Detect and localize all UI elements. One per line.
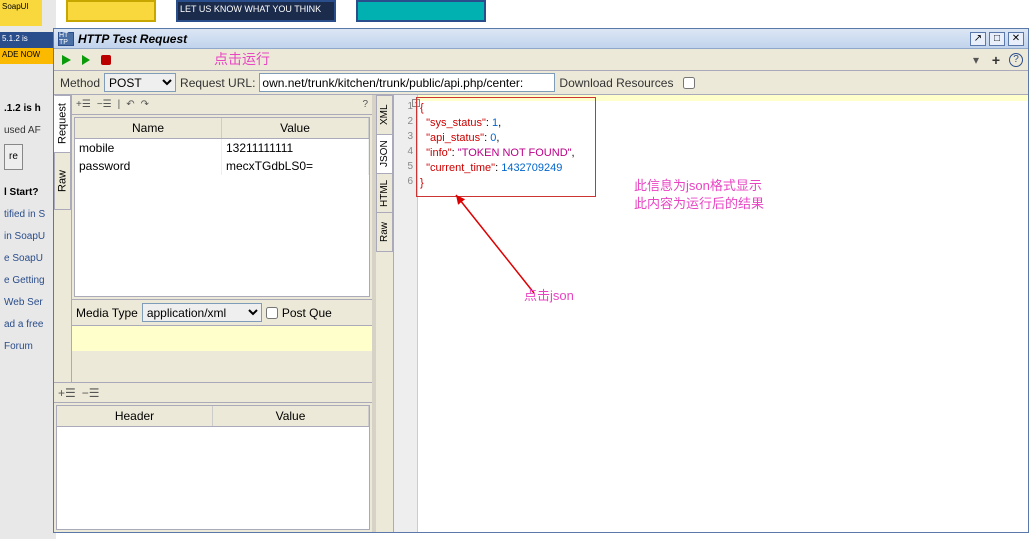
body-editor[interactable] xyxy=(72,325,372,351)
headers-panel: +☰ −☰ Header Value xyxy=(54,382,372,532)
play-icon xyxy=(62,55,71,65)
param-name: mobile xyxy=(75,139,222,157)
undo-button[interactable]: ↶ xyxy=(126,99,134,110)
post-querystring-checkbox[interactable] xyxy=(266,307,278,319)
param-name: password xyxy=(75,157,222,175)
side-links: .1.2 is h used AF re l Start? tified in … xyxy=(0,94,56,362)
params-table[interactable]: Name Value mobile 13211111111 password m… xyxy=(74,117,370,297)
run-button[interactable] xyxy=(58,52,74,68)
request-panel: Request Raw +☰ −☰ | ↶ ↷ ? Name xyxy=(54,95,376,532)
re-button[interactable]: re xyxy=(4,144,23,170)
add-header-button[interactable]: +☰ xyxy=(58,386,76,400)
request-url-label: Request URL: xyxy=(180,76,255,90)
headers-table[interactable]: Header Value xyxy=(56,405,370,530)
run-new-button[interactable] xyxy=(78,52,94,68)
thumbnail xyxy=(356,0,486,22)
add-button[interactable]: + xyxy=(988,52,1004,68)
tab-request[interactable]: Request xyxy=(54,95,71,153)
stop-button[interactable] xyxy=(98,52,114,68)
method-label: Method xyxy=(60,76,100,90)
play-icon xyxy=(82,55,90,65)
redo-button[interactable]: ↷ xyxy=(141,99,149,110)
window-close-button[interactable]: ✕ xyxy=(1008,32,1024,46)
params-help-button[interactable]: ? xyxy=(362,99,368,110)
side-link[interactable]: Forum xyxy=(4,336,52,358)
side-link[interactable]: e Getting xyxy=(4,270,52,292)
remove-header-button[interactable]: −☰ xyxy=(82,386,100,400)
http-request-dialog: HT TP HTTP Test Request ↗ □ ✕ 点击运行 ▾ + ?… xyxy=(53,28,1029,533)
col-value-header: Value xyxy=(213,406,369,426)
annotation-click-json: 点击json xyxy=(524,285,574,304)
dialog-title: HTTP Test Request xyxy=(78,32,970,46)
top-thumbnails: LET US KNOW WHAT YOU THINK xyxy=(56,0,1035,26)
params-toolbar: +☰ −☰ | ↶ ↷ ? xyxy=(72,95,372,115)
download-label: Download Resources xyxy=(559,76,673,90)
main-toolbar: 点击运行 ▾ + ? xyxy=(54,49,1028,71)
tab-raw[interactable]: Raw xyxy=(54,152,71,210)
add-param-button[interactable]: +☰ xyxy=(76,99,91,110)
side-link[interactable]: ad a free xyxy=(4,314,52,336)
thumbnail: LET US KNOW WHAT YOU THINK xyxy=(176,0,336,22)
version-strip: 5.1.2 is xyxy=(0,32,56,48)
title-bar[interactable]: HT TP HTTP Test Request ↗ □ ✕ xyxy=(54,29,1028,49)
remove-param-button[interactable]: −☰ xyxy=(97,99,112,110)
line-gutter: 1 2 3 4 5 6 xyxy=(394,95,418,532)
method-select[interactable]: POST xyxy=(104,73,176,92)
fold-icon[interactable]: - xyxy=(412,99,420,107)
thumbnail xyxy=(66,0,156,22)
ade-strip: ADE NOW xyxy=(0,48,56,64)
media-type-row: Media Type application/xml Post Que xyxy=(72,299,372,325)
col-value-header: Value xyxy=(222,118,369,138)
side-link[interactable]: e SoapU xyxy=(4,248,52,270)
param-value: 13211111111 xyxy=(222,139,369,157)
stop-icon xyxy=(101,55,111,65)
request-url-input[interactable] xyxy=(259,73,555,92)
http-icon: HT TP xyxy=(58,32,74,46)
help-icon: ? xyxy=(1009,53,1023,67)
side-link[interactable]: in SoapU xyxy=(4,226,52,248)
tab-html[interactable]: HTML xyxy=(376,173,393,213)
tab-raw-response[interactable]: Raw xyxy=(376,212,393,252)
start-heading: l Start? xyxy=(4,182,52,204)
side-heading: .1.2 is h xyxy=(4,98,52,120)
help-icon: ? xyxy=(362,99,368,110)
sep: | xyxy=(118,99,121,110)
filter-button[interactable]: ▾ xyxy=(968,52,984,68)
col-name-header: Name xyxy=(75,118,222,138)
tab-xml[interactable]: XML xyxy=(376,95,393,135)
help-button[interactable]: ? xyxy=(1008,52,1024,68)
post-query-label: Post Que xyxy=(282,306,332,320)
download-resources-checkbox[interactable] xyxy=(683,77,695,89)
page-background: SoapUI 5.1.2 is ADE NOW .1.2 is h used A… xyxy=(0,0,56,539)
url-bar: Method POST Request URL: Download Resour… xyxy=(54,71,1028,95)
table-row[interactable]: password mecxTGdbLS0= xyxy=(75,157,369,175)
media-type-label: Media Type xyxy=(76,306,138,320)
window-restore-button[interactable]: ↗ xyxy=(970,32,986,46)
side-link[interactable]: tified in S xyxy=(4,204,52,226)
media-type-select[interactable]: application/xml xyxy=(142,303,262,322)
json-code: { "sys_status": 1, "api_status": 0, "inf… xyxy=(420,101,575,191)
table-row[interactable]: mobile 13211111111 xyxy=(75,139,369,157)
window-maximize-button[interactable]: □ xyxy=(989,32,1005,46)
tab-json[interactable]: JSON xyxy=(376,134,393,174)
annotation-info: 此信息为json格式显示 此内容为运行后的结果 xyxy=(634,177,764,213)
soapui-logo: SoapUI xyxy=(0,0,42,26)
param-value: mecxTGdbLS0= xyxy=(222,157,369,175)
side-link[interactable]: Web Ser xyxy=(4,292,52,314)
response-panel: XML JSON HTML Raw 1 2 3 4 5 6 - { "s xyxy=(376,95,1028,532)
annotation-run: 点击运行 xyxy=(214,49,270,69)
response-content[interactable]: 1 2 3 4 5 6 - { "sys_status": 1, "api_st… xyxy=(394,95,1028,532)
col-header-header: Header xyxy=(57,406,213,426)
